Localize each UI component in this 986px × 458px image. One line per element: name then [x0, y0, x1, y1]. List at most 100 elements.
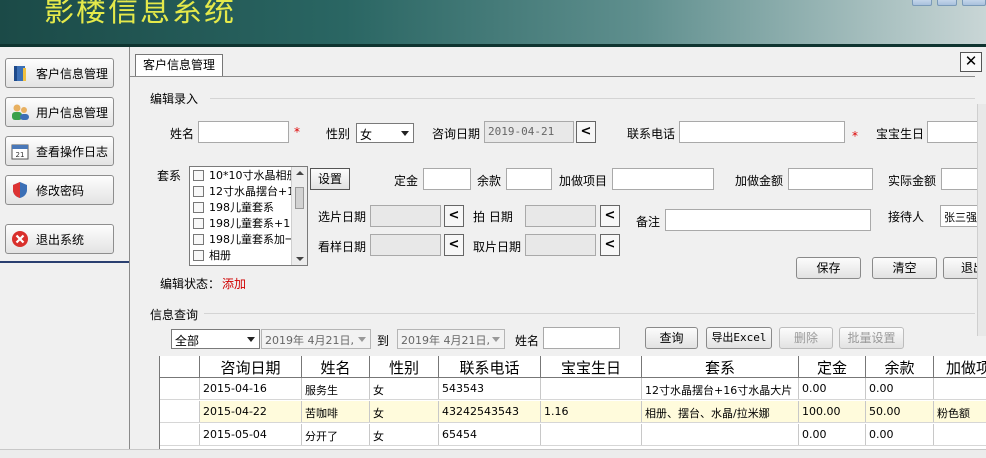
form-vertical-scrollbar[interactable] [977, 104, 986, 336]
table-cell[interactable]: 50.00 [866, 401, 934, 422]
list-item[interactable]: 198儿童套系 [190, 199, 307, 215]
name-input[interactable] [198, 121, 289, 143]
table-cell[interactable]: 服务生 [302, 378, 370, 399]
table-cell[interactable] [541, 424, 642, 445]
table-cell[interactable]: 女 [370, 424, 439, 445]
table-cell[interactable]: 女 [370, 378, 439, 399]
list-item[interactable]: 198儿童套系+16 [190, 215, 307, 231]
maximize-button[interactable] [937, 0, 957, 6]
table-cell[interactable]: 100.00 [799, 401, 866, 422]
table-row[interactable]: 2015-04-22 苦咖啡 女 43242543543 1.16 相册、摆台、… [160, 401, 986, 423]
list-item[interactable]: 198儿童套系加一 [190, 231, 307, 247]
query-from-date[interactable]: 2019年 4月21日, [261, 329, 371, 349]
clear-button[interactable]: 清空 [872, 257, 937, 279]
checkbox[interactable] [193, 217, 204, 229]
column-header[interactable]: 定金 [799, 356, 866, 377]
table-cell[interactable]: 0.00 [799, 378, 866, 399]
query-scope-select[interactable]: 全部 [171, 329, 260, 349]
view-date-input[interactable] [370, 234, 441, 256]
table-cell[interactable]: 女 [370, 401, 439, 422]
phone-input[interactable] [679, 121, 845, 143]
column-header[interactable]: 宝宝生日 [541, 356, 642, 377]
checkbox[interactable] [193, 233, 204, 245]
pickup-date-input[interactable] [525, 234, 596, 256]
row-header[interactable] [160, 401, 200, 422]
sidebar-item-change-password[interactable]: 修改密码 [5, 175, 114, 205]
select-date-picker-button[interactable]: < [444, 205, 464, 227]
column-header[interactable]: 套系 [642, 356, 799, 377]
sidebar-item-exit[interactable]: 退出系统 [5, 224, 114, 254]
package-checklist[interactable]: 10*10寸水晶相册 12寸水晶摆台+16 198儿童套系 198儿童套系+16… [189, 166, 308, 266]
scroll-down-icon[interactable] [296, 257, 304, 261]
gender-select[interactable]: 女 [356, 123, 414, 143]
table-cell[interactable]: 65454 [439, 424, 541, 445]
checkbox[interactable] [193, 185, 204, 197]
deposit-input[interactable] [423, 168, 471, 190]
checkbox[interactable] [193, 201, 204, 213]
consult-date-input[interactable]: 2019-04-21 [484, 121, 574, 143]
column-header[interactable]: 性别 [370, 356, 439, 377]
addon-input[interactable] [612, 168, 714, 190]
list-item[interactable]: 10*10寸水晶相册 [190, 167, 307, 183]
query-name-input[interactable] [543, 327, 620, 349]
table-cell[interactable]: 2015-05-04 [200, 424, 302, 445]
table-cell[interactable]: 2015-04-16 [200, 378, 302, 399]
table-cell[interactable]: 0.00 [799, 424, 866, 445]
table-cell[interactable]: 543543 [439, 378, 541, 399]
table-cell[interactable]: 43242543543 [439, 401, 541, 422]
table-cell[interactable]: 相册、摆台、水晶/拉米娜 [642, 401, 799, 422]
table-cell[interactable]: 1.16 [541, 401, 642, 422]
column-header[interactable]: 姓名 [302, 356, 370, 377]
table-cell[interactable] [934, 378, 986, 399]
sidebar-item-user-info[interactable]: 用户信息管理 [5, 97, 114, 127]
shoot-date-input[interactable] [525, 205, 596, 227]
sidebar-item-operation-log[interactable]: 21 查看操作日志 [5, 136, 114, 166]
scroll-up-icon[interactable] [296, 171, 304, 175]
select-date-input[interactable] [370, 205, 441, 227]
horizontal-scrollbar[interactable] [0, 449, 986, 458]
table-cell[interactable]: 0.00 [866, 424, 934, 445]
batch-settings-button[interactable]: 批量设置 [839, 327, 904, 349]
table-cell[interactable] [541, 378, 642, 399]
table-row[interactable]: 2015-04-16 服务生 女 543543 12寸水晶摆台+16寸水晶大片 … [160, 378, 986, 400]
table-cell[interactable]: 12寸水晶摆台+16寸水晶大片 [642, 378, 799, 399]
package-list-scrollbar[interactable] [291, 167, 307, 265]
table-cell[interactable]: 分开了 [302, 424, 370, 445]
table-cell[interactable]: 苦咖啡 [302, 401, 370, 422]
close-tab-button[interactable]: ✕ [960, 52, 982, 72]
tab-customer-info[interactable]: 客户信息管理 [135, 54, 224, 76]
column-header[interactable]: 联系电话 [439, 356, 541, 377]
table-cell[interactable] [934, 424, 986, 445]
customer-table[interactable]: 咨询日期 姓名 性别 联系电话 宝宝生日 套系 定金 余款 加做项 2015-0… [159, 356, 986, 458]
row-header[interactable] [160, 378, 200, 399]
column-header[interactable]: 咨询日期 [200, 356, 302, 377]
table-cell[interactable]: 2015-04-22 [200, 401, 302, 422]
shoot-date-picker-button[interactable]: < [600, 205, 620, 227]
view-date-picker-button[interactable]: < [444, 234, 464, 256]
column-header[interactable]: 余款 [866, 356, 934, 377]
balance-input[interactable] [506, 168, 552, 190]
save-button[interactable]: 保存 [796, 257, 861, 279]
column-header[interactable]: 加做项 [934, 356, 986, 377]
table-row[interactable]: 2015-05-04 分开了 女 65454 0.00 0.00 [160, 424, 986, 446]
export-excel-button[interactable]: 导出Excel [706, 327, 772, 349]
pickup-date-picker-button[interactable]: < [600, 234, 620, 256]
list-item[interactable]: 相册 [190, 247, 307, 263]
consult-date-picker-button[interactable]: < [576, 121, 596, 143]
sidebar-item-customer-info[interactable]: 客户信息管理 [5, 58, 114, 88]
table-cell[interactable]: 0.00 [866, 378, 934, 399]
minimize-button[interactable] [912, 0, 932, 6]
checkbox[interactable] [193, 249, 204, 261]
checkbox[interactable] [193, 169, 204, 181]
list-item[interactable]: 12寸水晶摆台+16 [190, 183, 307, 199]
delete-button[interactable]: 删除 [779, 327, 833, 349]
scroll-thumb[interactable] [295, 187, 304, 209]
table-cell[interactable]: 粉色额 [934, 401, 986, 422]
note-input[interactable] [665, 209, 871, 231]
addon-amount-input[interactable] [788, 168, 873, 190]
package-set-button[interactable]: 设置 [310, 168, 350, 190]
window-close-button[interactable] [962, 0, 986, 6]
query-to-date[interactable]: 2019年 4月21日, [397, 329, 505, 349]
table-cell[interactable] [642, 424, 799, 445]
row-header[interactable] [160, 424, 200, 445]
